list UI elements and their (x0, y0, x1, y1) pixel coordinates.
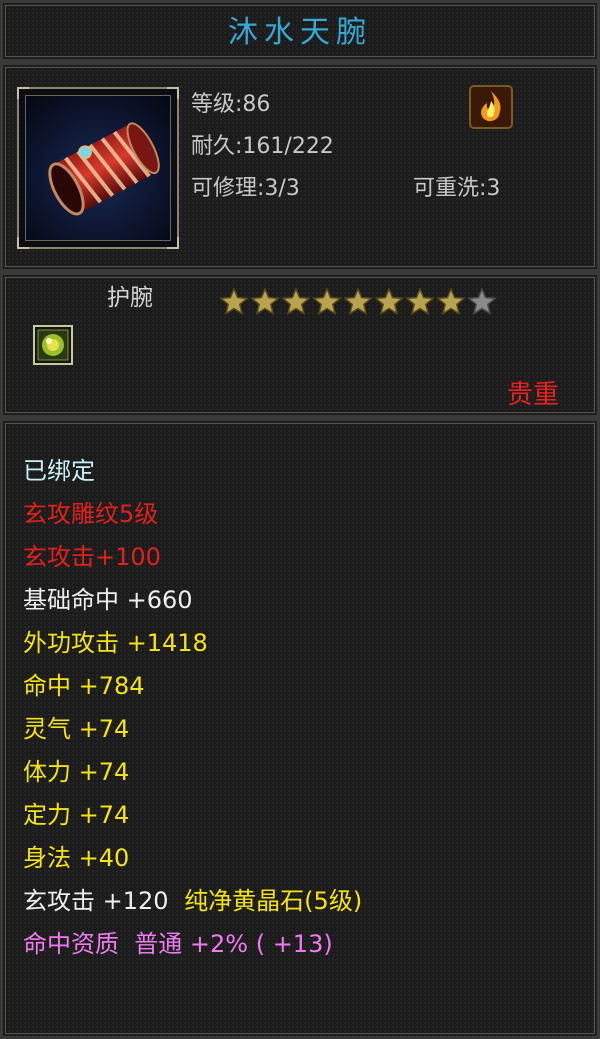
bracer-item-icon (48, 122, 160, 216)
star-filled-icon (281, 287, 311, 315)
attributes-panel: 已绑定 玄攻雕纹5级 玄攻击+100 基础命中 +660 外功攻击 +1418 … (0, 418, 600, 1039)
base-hit-stat: 基础命中 +660 (23, 586, 193, 614)
stamina-stat: 体力 +74 (23, 758, 130, 786)
star-filled-icon (343, 287, 373, 315)
focus-stat: 定力 +74 (23, 801, 130, 829)
ext-attack-stat: 外功攻击 +1418 (23, 629, 208, 657)
star-filled-icon (436, 287, 466, 315)
gem-attribute-row: 玄攻击 +120 纯净黄晶石(5级) (23, 885, 362, 917)
aptitude-stat: 命中资质 普通 +2% ( +13) (23, 930, 333, 958)
star-rating (219, 287, 497, 315)
hit-stat: 命中 +784 (23, 672, 145, 700)
spirit-stat: 灵气 +74 (23, 715, 130, 743)
bound-status: 已绑定 (23, 457, 95, 485)
item-title: 沐水天腕 (228, 15, 372, 50)
title-bar: 沐水天腕 (0, 0, 600, 62)
item-info-panel: 等级:86 耐久:161/222 可修理:3/3 可重洗:3 (0, 62, 600, 272)
star-filled-icon (250, 287, 280, 315)
engrave-bonus: 玄攻击+100 (23, 543, 161, 571)
gem-name: 纯净黄晶石(5级) (184, 887, 363, 915)
rewash-stat: 可重洗:3 (413, 176, 501, 201)
item-icon-frame[interactable] (17, 87, 179, 249)
item-tag-panel: 护腕 贵重 (0, 272, 600, 418)
star-filled-icon (312, 287, 342, 315)
engrave-name: 玄攻雕纹5级 (23, 500, 159, 528)
gem-socket-icon[interactable] (33, 325, 73, 365)
item-type-label: 护腕 (107, 285, 153, 311)
durability-stat: 耐久:161/222 (191, 134, 334, 159)
fire-skill-icon[interactable] (469, 85, 513, 129)
star-filled-icon (374, 287, 404, 315)
level-stat: 等级:86 (191, 92, 271, 117)
star-filled-icon (219, 287, 249, 315)
star-empty-icon (467, 287, 497, 315)
agility-stat: 身法 +40 (23, 844, 130, 872)
quality-label: 贵重 (506, 380, 559, 410)
star-filled-icon (405, 287, 435, 315)
gem-bonus: 玄攻击 +120 (23, 887, 169, 915)
repair-stat: 可修理:3/3 (191, 176, 300, 201)
